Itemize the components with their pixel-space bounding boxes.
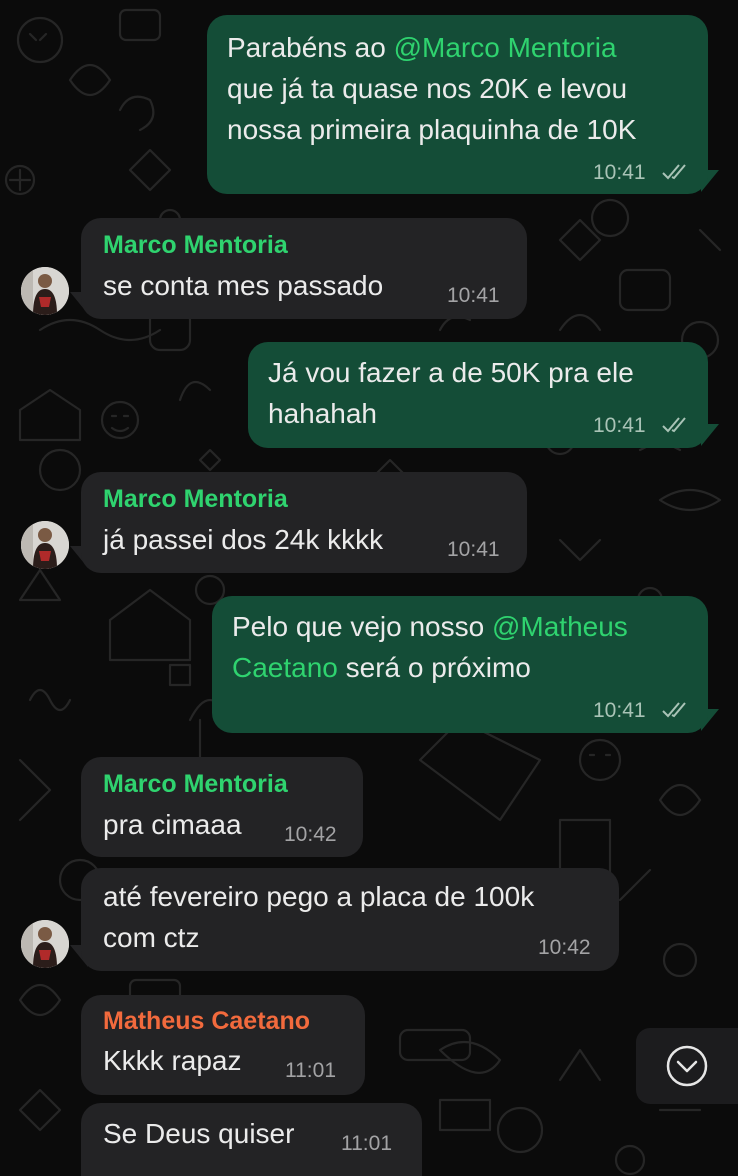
incoming-message-bubble[interactable]: Marco Mentoria já passei dos 24k kkkk 10… bbox=[81, 472, 527, 573]
message-time: 10:42 bbox=[284, 823, 337, 846]
incoming-message-bubble[interactable]: até fevereiro pego a placa de 100k com c… bbox=[81, 868, 619, 971]
read-ticks-icon bbox=[662, 164, 686, 180]
message-text: pra cimaaa bbox=[103, 809, 242, 840]
avatar[interactable] bbox=[21, 920, 69, 968]
message-text: Pelo que vejo nosso @Matheus Caetano ser… bbox=[232, 611, 628, 683]
scroll-to-bottom-button[interactable] bbox=[636, 1028, 738, 1104]
avatar[interactable] bbox=[21, 521, 69, 569]
chevron-down-circle-icon bbox=[666, 1045, 708, 1087]
message-text: Kkkk rapaz bbox=[103, 1045, 242, 1076]
outgoing-message-bubble[interactable]: Parabéns ao @Marco Mentoria que já ta qu… bbox=[207, 15, 708, 194]
message-time: 11:01 bbox=[341, 1132, 392, 1155]
read-ticks-icon bbox=[662, 417, 686, 433]
read-ticks-icon bbox=[662, 702, 686, 718]
incoming-message-bubble[interactable]: Matheus Caetano Kkkk rapaz 11:01 bbox=[81, 995, 365, 1095]
mention-link[interactable]: @Matheus bbox=[492, 611, 628, 642]
message-text: Parabéns ao @Marco Mentoria que já ta qu… bbox=[227, 32, 637, 145]
mention-link-continued[interactable]: Caetano bbox=[232, 652, 338, 683]
message-text: já passei dos 24k kkkk bbox=[103, 524, 384, 555]
outgoing-message-bubble[interactable]: Já vou fazer a de 50K pra ele hahahah 10… bbox=[248, 342, 708, 448]
message-time: 10:41 bbox=[593, 699, 646, 722]
sender-name[interactable]: Marco Mentoria bbox=[103, 231, 288, 260]
outgoing-message-bubble[interactable]: Pelo que vejo nosso @Matheus Caetano ser… bbox=[212, 596, 708, 733]
incoming-message-bubble[interactable]: Se Deus quiser 11:01 bbox=[81, 1103, 422, 1176]
sender-name[interactable]: Matheus Caetano bbox=[103, 1007, 310, 1036]
message-text: se conta mes passado bbox=[103, 270, 384, 301]
message-time: 10:42 bbox=[538, 936, 591, 959]
message-time: 10:41 bbox=[593, 414, 646, 437]
mention-link[interactable]: @Marco Mentoria bbox=[394, 32, 617, 63]
sender-name[interactable]: Marco Mentoria bbox=[103, 770, 288, 799]
message-time: 11:01 bbox=[285, 1059, 336, 1082]
incoming-message-bubble[interactable]: Marco Mentoria se conta mes passado 10:4… bbox=[81, 218, 527, 319]
message-text: Já vou fazer a de 50K pra ele hahahah bbox=[268, 357, 634, 429]
incoming-message-bubble[interactable]: Marco Mentoria pra cimaaa 10:42 bbox=[81, 757, 363, 857]
sender-name[interactable]: Marco Mentoria bbox=[103, 485, 288, 514]
message-time: 10:41 bbox=[447, 284, 500, 307]
message-text: até fevereiro pego a placa de 100k com c… bbox=[103, 881, 535, 953]
message-text: Se Deus quiser bbox=[103, 1118, 295, 1149]
message-time: 10:41 bbox=[447, 538, 500, 561]
avatar[interactable] bbox=[21, 267, 69, 315]
message-time: 10:41 bbox=[593, 161, 646, 184]
